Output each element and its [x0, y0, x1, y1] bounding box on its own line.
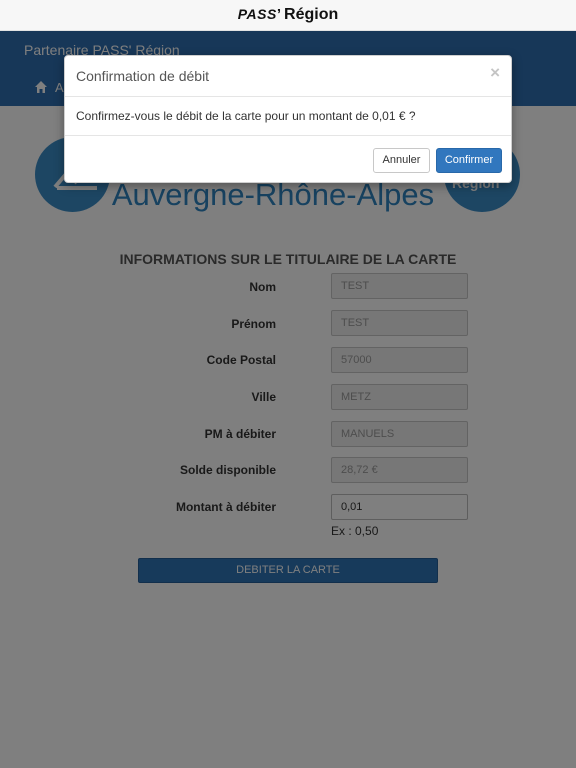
confirm-button[interactable]: Confirmer [436, 148, 502, 173]
cancel-button[interactable]: Annuler [373, 148, 430, 173]
confirmation-modal: Confirmation de débit × Confirmez-vous l… [64, 55, 512, 183]
modal-title: Confirmation de débit [76, 68, 210, 84]
brand-region-text: Région [284, 6, 339, 23]
close-icon[interactable]: × [490, 64, 500, 81]
modal-footer: Annuler Confirmer [65, 135, 511, 184]
brand-pass-text: PASS [237, 6, 277, 22]
pass-region-logo: PASS’ Région [0, 6, 576, 24]
brand-quote-mark: ’ [276, 6, 282, 23]
top-brand-bar: PASS’ Région [0, 0, 576, 31]
modal-header: Confirmation de débit × [65, 56, 511, 97]
modal-message: Confirmez-vous le débit de la carte pour… [76, 109, 416, 123]
